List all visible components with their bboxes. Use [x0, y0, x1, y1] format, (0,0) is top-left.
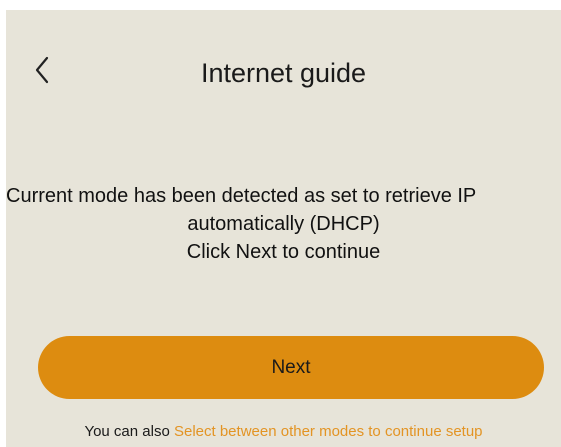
select-other-modes-link[interactable]: Select between other modes to continue s… [174, 423, 483, 440]
message-line-2: automatically (DHCP) [187, 213, 380, 235]
status-message: Current mode has been detected as set to… [6, 182, 561, 266]
footer-prefix: You can also [84, 423, 174, 440]
page-title: Internet guide [200, 58, 367, 88]
message-line-1: Current mode has been detected as set to… [6, 185, 477, 207]
next-button-label: Next [271, 356, 311, 378]
content-panel: Internet guide Current mode has been det… [6, 10, 561, 447]
internet-guide-screen: Internet guide Current mode has been det… [0, 0, 561, 447]
alternate-modes-footer: You can also Select between other modes … [6, 422, 561, 442]
next-button[interactable]: Next [38, 336, 544, 399]
message-line-3: Click Next to continue [186, 241, 381, 263]
